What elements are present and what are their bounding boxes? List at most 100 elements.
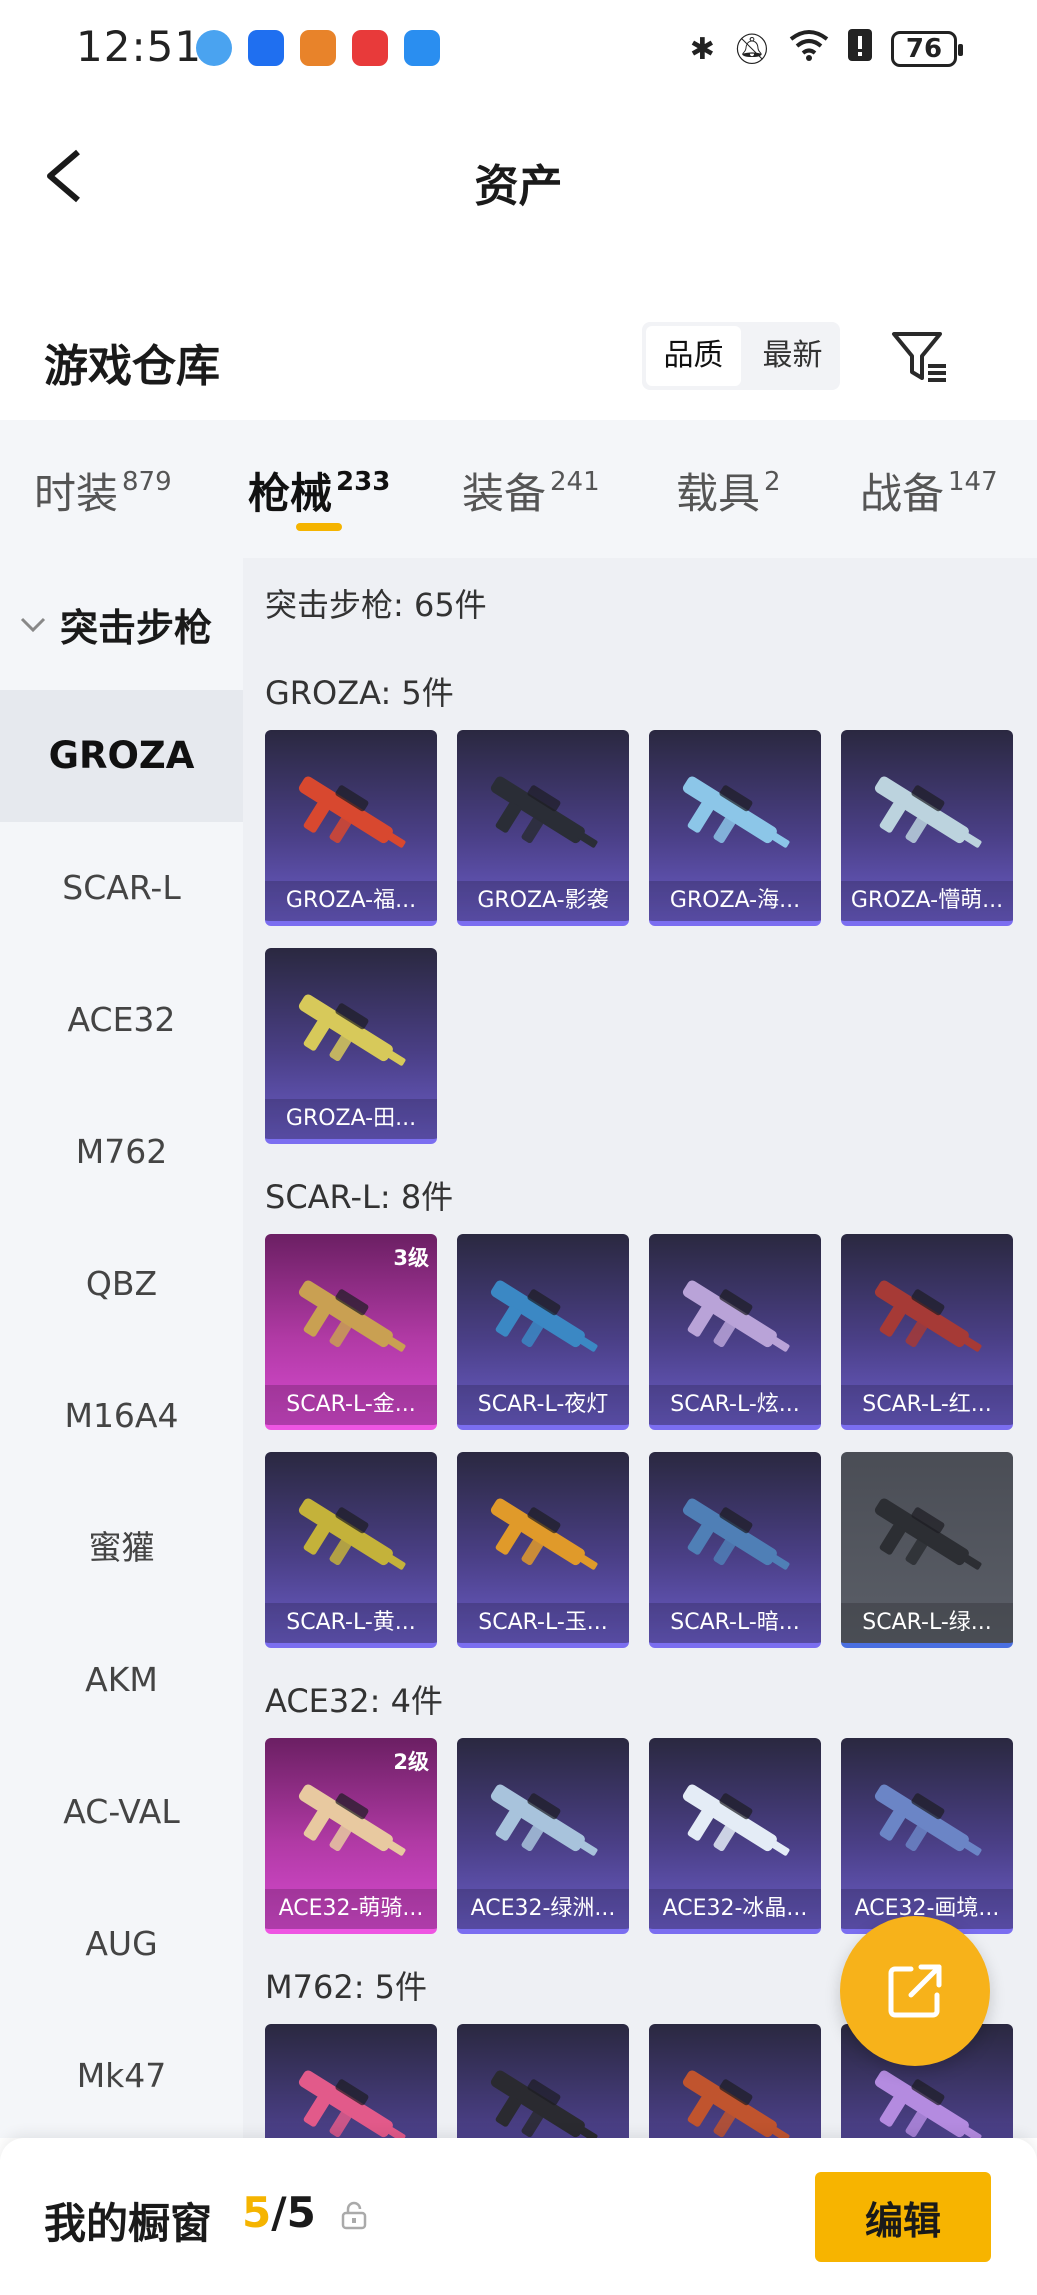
weapon-skin-image: [682, 1280, 790, 1352]
weapon-skin-image: [490, 2070, 598, 2138]
sidebar-item-m16a4[interactable]: M16A4: [0, 1350, 243, 1482]
weapon-skin-image: [298, 1784, 406, 1856]
status-indicators: ✱ 🔕︎ 76: [690, 28, 963, 70]
sidebar-category-label: 突击步枪: [60, 605, 213, 650]
showcase-count: 5/5: [242, 2188, 316, 2237]
weapon-skin-label: GROZA-影袭: [457, 881, 629, 921]
category-tabs: 时装 879 枪械 233 装备 241 载具 2 战备 147: [0, 420, 1037, 558]
weapon-skin-image: [298, 994, 406, 1066]
weapon-skin-label: SCAR-L-红...: [841, 1385, 1013, 1425]
sort-quality-button[interactable]: 品质: [646, 326, 741, 386]
sidebar-item-honey-badger[interactable]: 蜜獾: [0, 1482, 243, 1614]
weapon-skin-label: SCAR-L-绿...: [841, 1603, 1013, 1643]
skin-level-badge: 3级: [393, 1246, 429, 1270]
weapon-skin-image: [682, 1498, 790, 1570]
weapon-skin-label: SCAR-L-夜灯: [457, 1385, 629, 1425]
weapon-skin-card[interactable]: GROZA-懵萌...: [841, 730, 1013, 926]
weapon-skin-label: SCAR-L-暗...: [649, 1603, 821, 1643]
battery-indicator: 76: [891, 31, 963, 67]
weapon-skin-card[interactable]: [649, 2024, 821, 2138]
weapon-skin-label: SCAR-L-炫...: [649, 1385, 821, 1425]
weapon-skin-card[interactable]: GROZA-海...: [649, 730, 821, 926]
weapon-skin-card[interactable]: ACE32-画境...: [841, 1738, 1013, 1934]
tab-label: 战备: [860, 469, 945, 518]
filter-button[interactable]: [890, 326, 950, 386]
status-bar: 12:51 ✱ 🔕︎ 76: [0, 0, 1037, 100]
weapon-skin-card[interactable]: GROZA-福...: [265, 730, 437, 926]
weapon-skin-card[interactable]: [457, 2024, 629, 2138]
weapon-skin-image: [298, 2070, 406, 2138]
nav-bar: 资产: [0, 120, 1037, 230]
huawei-app-icon: [352, 30, 388, 66]
weapon-skin-image: [490, 1498, 598, 1570]
weapon-skin-image: [490, 1280, 598, 1352]
weapon-skin-image: [490, 1784, 598, 1856]
share-button[interactable]: [840, 1916, 990, 2066]
game-app-icon: [300, 30, 336, 66]
group-title: SCAR-L: 8件: [265, 1178, 454, 1216]
showcase-current: 5: [242, 2188, 272, 2237]
weapon-skin-label: ACE32-冰晶...: [649, 1889, 821, 1929]
lightbulb-app-icon: [248, 30, 284, 66]
tab-equipment[interactable]: 装备 241: [462, 460, 600, 521]
sidebar-item-ac-val[interactable]: AC-VAL: [0, 1746, 243, 1878]
sidebar-item-aug[interactable]: AUG: [0, 1878, 243, 2010]
weapon-skin-card[interactable]: SCAR-L-绿...: [841, 1452, 1013, 1648]
weapon-skin-label: SCAR-L-玉...: [457, 1603, 629, 1643]
showcase-total: /5: [271, 2188, 316, 2237]
weapon-skin-card[interactable]: ACE32-绿洲...: [457, 1738, 629, 1934]
weapon-grid: 突击步枪: 65件 GROZA: 5件 GROZA-福... GROZA-影袭 GRO…: [243, 558, 1037, 2138]
tab-vehicles[interactable]: 载具 2: [676, 460, 781, 521]
sidebar-category-header[interactable]: 突击步枪: [0, 558, 243, 690]
weapon-skin-image: [874, 1280, 982, 1352]
weapon-skin-card[interactable]: ACE32-冰晶...: [649, 1738, 821, 1934]
status-app-icons: [196, 30, 440, 66]
weapon-skin-image: [298, 1498, 406, 1570]
weapon-skin-label: SCAR-L-黄...: [265, 1603, 437, 1643]
sort-toggle: 品质 最新: [642, 322, 840, 390]
weapon-skin-card[interactable]: SCAR-L-夜灯: [457, 1234, 629, 1430]
tab-count: 147: [948, 467, 998, 497]
weapon-skin-card[interactable]: SCAR-L-炫...: [649, 1234, 821, 1430]
page-title: 资产: [474, 161, 563, 212]
tab-tactical[interactable]: 战备 147: [860, 460, 998, 521]
tab-count: 2: [764, 467, 781, 497]
weapon-skin-card[interactable]: SCAR-L-红...: [841, 1234, 1013, 1430]
weapon-skin-image: [298, 776, 406, 848]
sidebar-item-m762[interactable]: M762: [0, 1086, 243, 1218]
weapon-skin-card[interactable]: GROZA-影袭: [457, 730, 629, 926]
sidebar-item-qbz[interactable]: QBZ: [0, 1218, 243, 1350]
tab-fashion[interactable]: 时装 879: [34, 460, 172, 521]
edit-button[interactable]: 编辑: [815, 2172, 991, 2262]
weapon-skin-card[interactable]: SCAR-L-黄...: [265, 1452, 437, 1648]
weapon-skin-card[interactable]: GROZA-田...: [265, 948, 437, 1144]
sidebar-item-ace32[interactable]: ACE32: [0, 954, 243, 1086]
weapon-skin-card[interactable]: 3级 SCAR-L-金...: [265, 1234, 437, 1430]
tab-weapons[interactable]: 枪械 233: [248, 460, 390, 521]
group-title: M762: 5件: [265, 1968, 428, 2006]
sidebar-item-groza[interactable]: GROZA: [0, 690, 243, 822]
tab-count: 233: [336, 467, 391, 497]
sort-latest-button[interactable]: 最新: [745, 322, 840, 390]
weapon-skin-image: [682, 1784, 790, 1856]
warehouse-header: 游戏仓库 品质 最新: [0, 300, 1037, 420]
sim-alert-icon: [847, 28, 873, 70]
group-title: ACE32: 4件: [265, 1682, 443, 1720]
tab-label: 枪械: [248, 469, 333, 518]
weapon-skin-card[interactable]: SCAR-L-玉...: [457, 1452, 629, 1648]
weapon-skin-image: [298, 1280, 406, 1352]
weapon-skin-label: GROZA-福...: [265, 881, 437, 921]
weapon-skin-card[interactable]: 2级 ACE32-萌骑...: [265, 1738, 437, 1934]
filter-icon: [892, 332, 946, 382]
weapon-skin-card[interactable]: SCAR-L-暗...: [649, 1452, 821, 1648]
sidebar-item-akm[interactable]: AKM: [0, 1614, 243, 1746]
external-link-icon: [888, 1964, 942, 2018]
weapon-skin-card[interactable]: [265, 2024, 437, 2138]
tab-label: 载具: [676, 469, 761, 518]
skin-level-badge: 2级: [393, 1750, 429, 1774]
showcase-bar: 我的橱窗 5/5 编辑: [0, 2138, 1037, 2295]
sidebar-item-scar-l[interactable]: SCAR-L: [0, 822, 243, 954]
sidebar-item-mk47[interactable]: Mk47: [0, 2010, 243, 2138]
weapon-skin-image: [874, 776, 982, 848]
weapon-skin-image: [490, 776, 598, 848]
